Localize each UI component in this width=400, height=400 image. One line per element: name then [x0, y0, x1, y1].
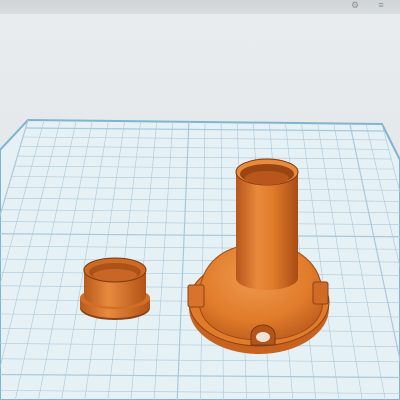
tinkercad-screen: ⚙ ≡: [0, 0, 400, 400]
right-tab: [312, 281, 329, 305]
workplane[interactable]: [0, 118, 400, 400]
ring-cap[interactable]: [80, 257, 150, 320]
scene-svg: [0, 118, 400, 400]
left-tab: [187, 284, 205, 308]
